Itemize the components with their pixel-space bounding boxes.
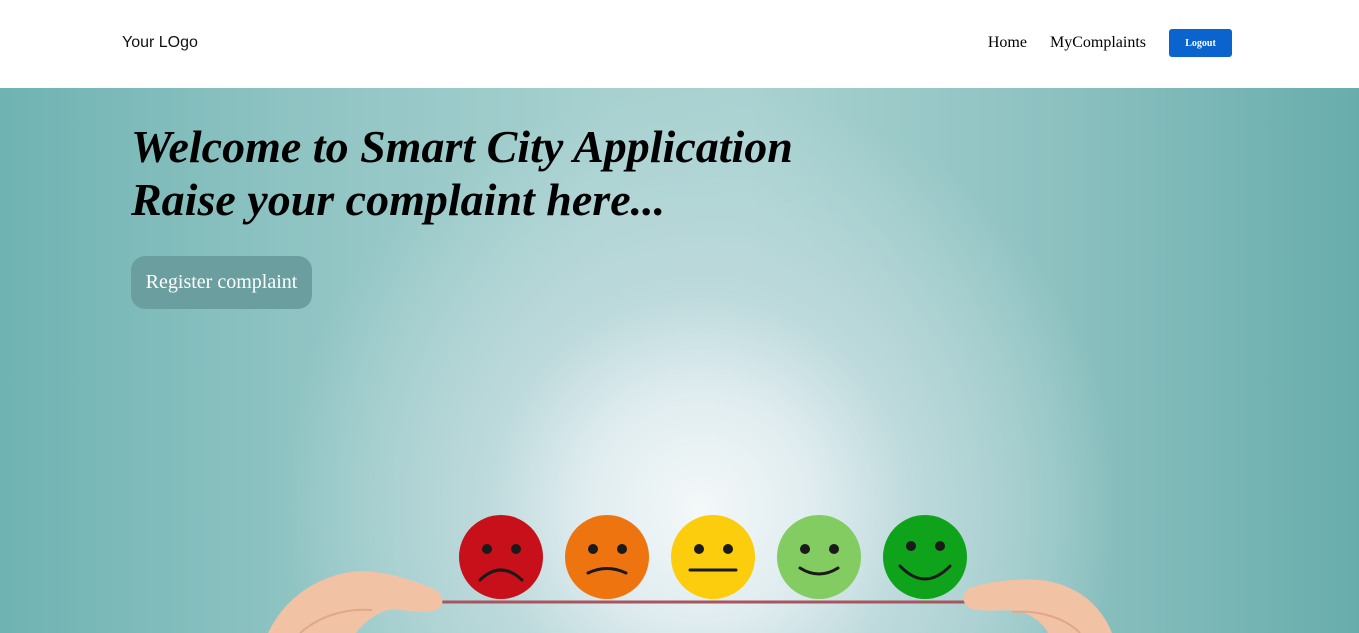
- top-navbar: Your LOgo Home MyComplaints Logout: [0, 0, 1359, 88]
- very-sad-face-icon: [459, 515, 543, 599]
- right-hand-icon: [963, 579, 1112, 633]
- hero-headline-line2: Raise your complaint here...: [131, 174, 666, 225]
- neutral-face-icon: [671, 515, 755, 599]
- logout-button[interactable]: Logout: [1169, 29, 1232, 57]
- nav-links: Home MyComplaints Logout: [988, 29, 1232, 57]
- hero-headline-line1: Welcome to Smart City Application: [131, 121, 793, 172]
- nav-my-complaints-link[interactable]: MyComplaints: [1050, 29, 1146, 57]
- sad-face-icon: [565, 515, 649, 599]
- hero-section: Welcome to Smart City Application Raise …: [0, 88, 1359, 633]
- very-happy-face-icon: [883, 515, 967, 599]
- hero-headline: Welcome to Smart City Application Raise …: [131, 120, 793, 226]
- nav-home-link[interactable]: Home: [988, 29, 1027, 57]
- register-complaint-button[interactable]: Register complaint: [131, 256, 312, 309]
- left-hand-icon: [268, 571, 443, 633]
- site-logo[interactable]: Your LOgo: [122, 34, 198, 52]
- happy-face-icon: [777, 515, 861, 599]
